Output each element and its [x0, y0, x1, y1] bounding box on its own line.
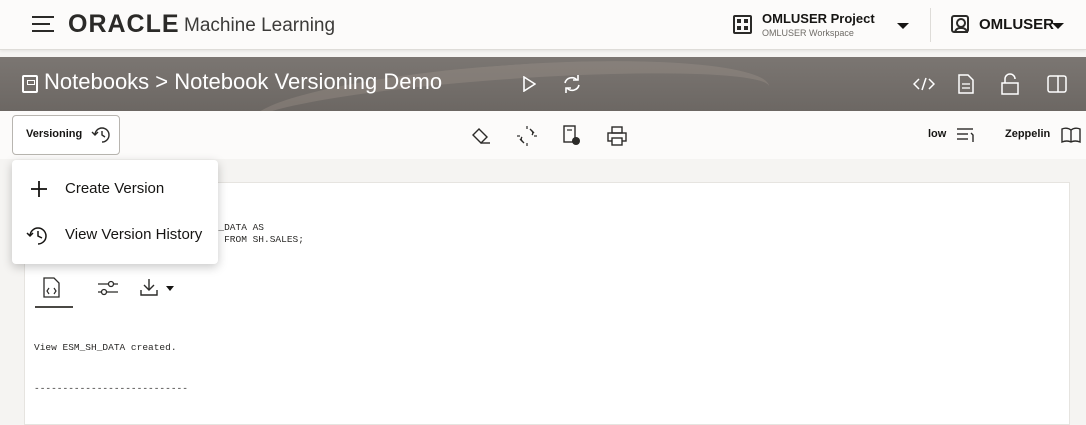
refresh-icon[interactable]: [562, 74, 582, 94]
settings-sliders-icon[interactable]: [97, 280, 119, 296]
paragraph-result: View ESM_SH_DATA created.: [34, 342, 177, 353]
download-icon[interactable]: [139, 277, 159, 297]
plus-icon: [31, 181, 47, 197]
project-icon: [733, 15, 752, 34]
eraser-icon[interactable]: [470, 126, 492, 146]
print-icon[interactable]: [606, 125, 628, 147]
run-icon[interactable]: [522, 76, 536, 92]
notebook-settings-icon[interactable]: [562, 125, 582, 147]
download-chevron-down-icon[interactable]: [166, 286, 174, 291]
breadcrumb[interactable]: Notebooks > Notebook Versioning Demo: [44, 69, 442, 95]
menu-item-label: View Version History: [65, 226, 203, 243]
menu-item-create-version[interactable]: Create Version: [12, 168, 218, 212]
user-chevron-down-icon[interactable]: [1052, 23, 1064, 29]
code-editor[interactable]: SH_DATA AS LD FROM SH.SALES;: [207, 222, 304, 246]
history-icon: [26, 227, 47, 245]
workspace-name: OMLUSER Workspace: [762, 28, 854, 38]
document-icon[interactable]: [958, 74, 974, 94]
active-tab-indicator: [35, 306, 73, 308]
project-name[interactable]: OMLUSER Project: [762, 11, 875, 26]
app-window: ORACLE Machine Learning OMLUSER Project …: [0, 0, 1086, 425]
code-line: SH_DATA AS: [207, 222, 265, 233]
service-level[interactable]: low: [928, 128, 946, 140]
versioning-label: Versioning: [26, 128, 83, 140]
menu-item-label: Create Version: [65, 180, 165, 197]
app-name: Machine Learning: [184, 15, 336, 36]
menu-item-view-version-history[interactable]: View Version History: [12, 213, 218, 257]
interpreter-label[interactable]: Zeppelin: [1005, 128, 1050, 140]
notebook-toolbar: [0, 111, 1086, 159]
notebook-icon: [22, 75, 38, 93]
user-name[interactable]: OMLUSER: [979, 16, 1054, 33]
top-header: ORACLE Machine Learning OMLUSER Project …: [0, 0, 1086, 50]
lock-icon[interactable]: [1000, 73, 1020, 95]
book-icon[interactable]: [1060, 126, 1082, 144]
history-icon: [91, 127, 110, 143]
unlink-icon[interactable]: [516, 125, 538, 147]
wrap-text-icon[interactable]: [955, 125, 975, 145]
split-view-icon[interactable]: [1047, 74, 1067, 94]
result-separator: ---------------------------: [34, 383, 188, 394]
oracle-logo: ORACLE: [68, 10, 180, 38]
hamburger-menu-icon[interactable]: [32, 16, 54, 33]
header-divider: [930, 8, 931, 42]
code-file-icon[interactable]: [42, 277, 62, 299]
code-line: LD FROM SH.SALES;: [207, 234, 304, 245]
code-view-icon[interactable]: [913, 76, 935, 92]
project-chevron-down-icon[interactable]: [897, 23, 909, 29]
user-icon: [951, 15, 969, 33]
versioning-menu: Create Version View Version History: [12, 160, 218, 264]
